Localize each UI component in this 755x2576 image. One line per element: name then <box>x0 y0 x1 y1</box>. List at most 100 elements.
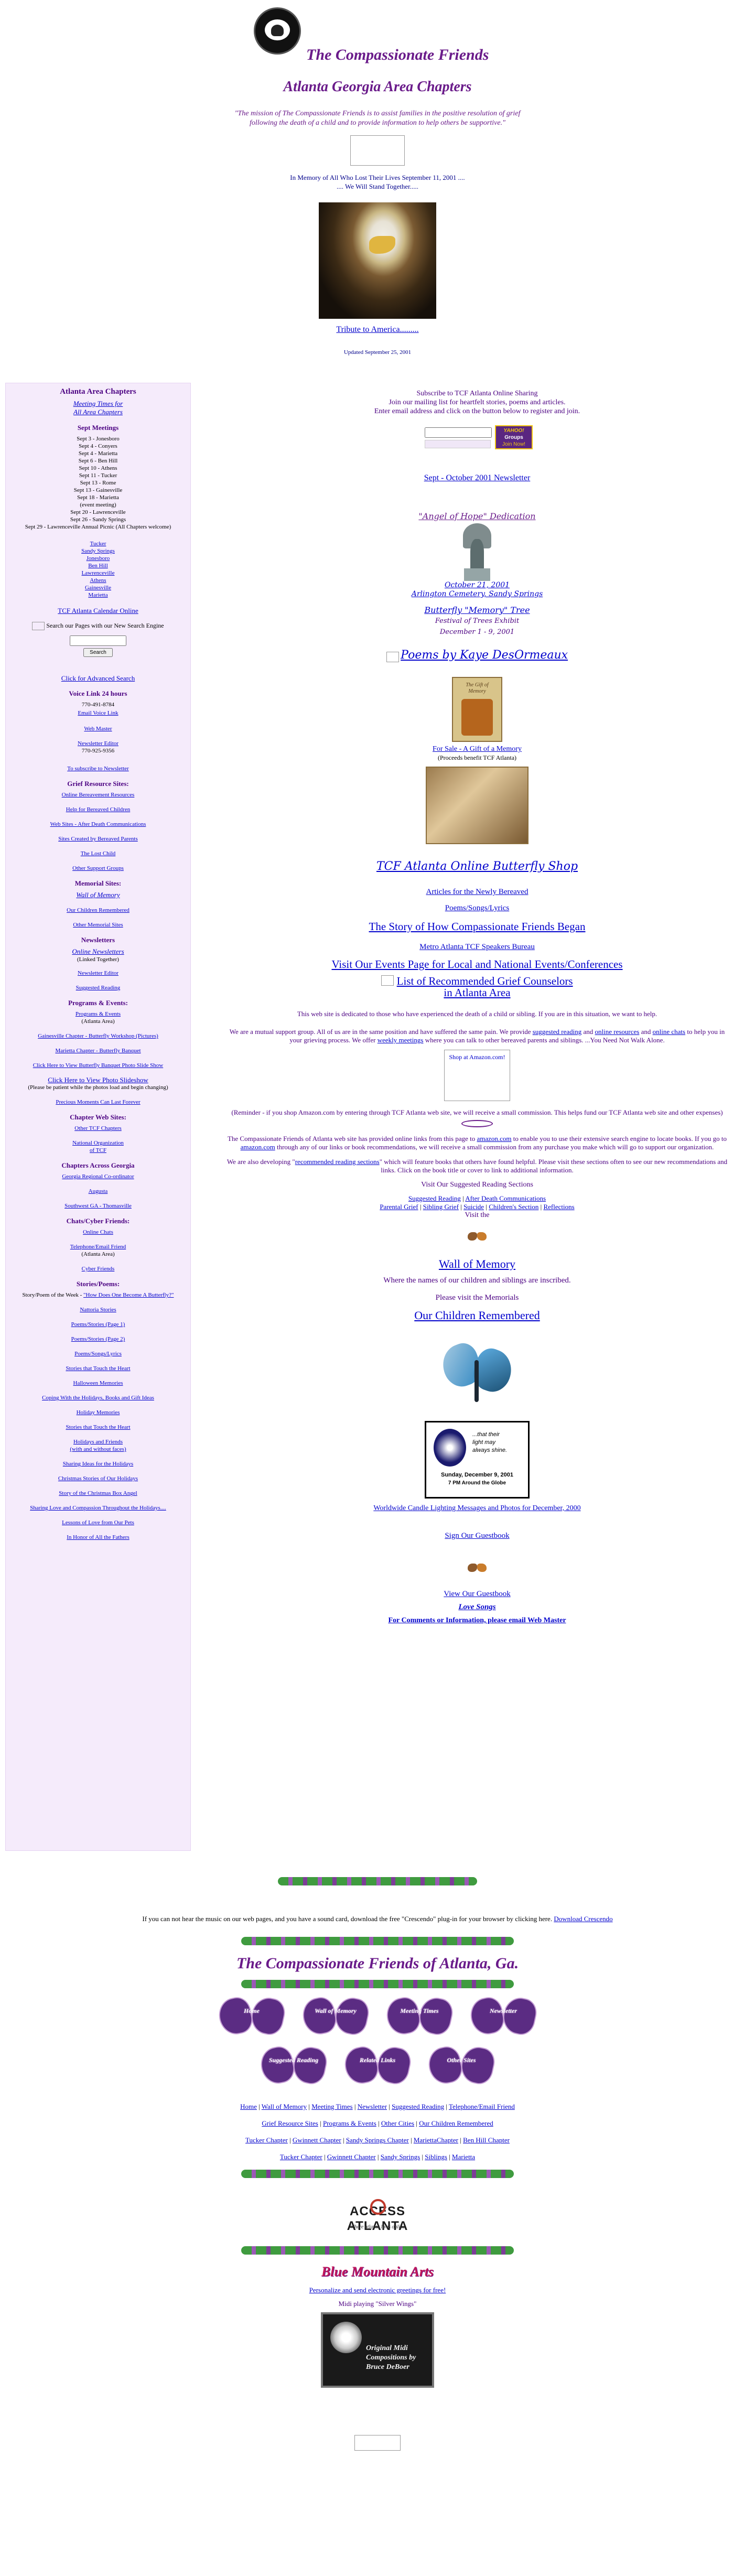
search-button[interactable]: Search <box>83 648 113 658</box>
butterfly-shop-link[interactable]: TCF Atlanta Online Butterfly Shop <box>376 860 578 873</box>
counselors-link[interactable]: List of Recommended Grief Counselors <box>397 975 573 987</box>
access-atlanta-logo[interactable]: ACCESS ATLANTA Where atlanta lives onlin… <box>330 2194 425 2236</box>
greetings-link[interactable]: Personalize and send electronic greeting… <box>309 2286 446 2294</box>
footer-nav-link-marietta[interactable]: Marietta <box>452 2153 475 2161</box>
chapter-web-link-other-tcf-chapters[interactable]: Other TCF Chapters <box>6 1125 190 1132</box>
grief-link-other-support-groups[interactable]: Other Support Groups <box>6 865 190 872</box>
chapter-link-ben-hill[interactable]: Ben Hill <box>6 562 190 569</box>
newsletter-editor-link[interactable]: Newsletter Editor <box>6 740 190 747</box>
reading-link-children-s-section[interactable]: Children's Section <box>489 1203 538 1211</box>
butterfly-nav-meeting-times[interactable]: Meeting Times <box>383 1995 456 2038</box>
memorial-link-other-memorial-sites[interactable]: Other Memorial Sites <box>6 921 190 929</box>
angel-date-link[interactable]: October 21, 2001 <box>445 581 510 589</box>
angel-of-hope-link[interactable]: "Angel of Hope" Dedication <box>418 511 535 521</box>
newsletter-link[interactable]: Sept - October 2001 Newsletter <box>424 473 531 482</box>
events-page-link[interactable]: Visit Our Events Page for Local and Nati… <box>331 958 622 971</box>
footer-nav-link-sandy-springs[interactable]: Sandy Springs <box>381 2153 420 2161</box>
yahoo-groups-button[interactable]: YAHOO! Groups Join Now! <box>495 425 533 449</box>
calendar-link[interactable]: TCF Atlanta Calendar Online <box>6 607 190 615</box>
eagle-image[interactable] <box>319 202 436 319</box>
for-sale-link[interactable]: For Sale - A Gift of a Memory <box>433 745 522 753</box>
story-link-halloween-memories[interactable]: Halloween Memories <box>6 1379 190 1387</box>
weekly-meetings-inline[interactable]: weekly meetings <box>378 1036 424 1044</box>
chapter-link-tucker[interactable]: Tucker <box>6 540 190 547</box>
butterfly-nav-related-links[interactable]: Related Links <box>341 2044 414 2087</box>
footer-nav-link-newsletter[interactable]: Newsletter <box>358 2103 387 2110</box>
speakers-link[interactable]: Metro Atlanta TCF Speakers Bureau <box>419 943 535 951</box>
poems-songs-link[interactable]: Poems/Songs/Lyrics <box>445 904 510 912</box>
poems-kaye-link[interactable]: Poems by Kaye DesOrmeaux <box>401 649 568 662</box>
comments-email-link[interactable]: For Comments or Information, please emai… <box>388 1616 566 1624</box>
advanced-search-link[interactable]: Click for Advanced Search <box>6 675 190 682</box>
footer-nav-link-tucker-chapter[interactable]: Tucker Chapter <box>245 2136 288 2144</box>
footer-nav-link-programs-events[interactable]: Programs & Events <box>323 2119 376 2127</box>
email-input[interactable] <box>425 427 492 438</box>
footer-nav-link-grief-resource-sites[interactable]: Grief Resource Sites <box>262 2119 318 2127</box>
story-link-stories-that-touch-the-heart[interactable]: Stories that Touch the Heart <box>6 1365 190 1372</box>
chats-link-online-chats[interactable]: Online Chats <box>6 1228 190 1236</box>
butterfly-nav-home[interactable]: Home <box>215 1995 288 2038</box>
online-chats-inline[interactable]: online chats <box>653 1028 685 1036</box>
footer-nav-link-mariettachapter[interactable]: MariettaChapter <box>414 2136 458 2144</box>
footer-nav-link-tucker-chapter[interactable]: Tucker Chapter <box>280 2153 322 2161</box>
story-week-link[interactable]: "How Does One Become A Butterfly?" <box>83 1292 174 1298</box>
story-tcf-link[interactable]: The Story of How Compassionate Friends B… <box>369 920 586 933</box>
photo-slideshow-link[interactable]: Click Here to View Photo Slideshow <box>6 1076 190 1084</box>
grief-link-web-sites-after-death-communications[interactable]: Web Sites - After Death Communications <box>6 821 190 828</box>
story-link-story-of-the-christmas-box-angel[interactable]: Story of the Christmas Box Angel <box>6 1490 190 1497</box>
reading-link-reflections[interactable]: Reflections <box>543 1203 574 1211</box>
search-input[interactable] <box>70 635 126 646</box>
national-org-link[interactable]: National Organization of TCF <box>6 1139 190 1154</box>
story-link-coping-with-the-holidays-books-and-gift-ideas[interactable]: Coping With the Holidays, Books and Gift… <box>6 1394 190 1402</box>
butterfly-shop-image[interactable] <box>426 767 528 845</box>
footer-nav-link-sandy-springs-chapter[interactable]: Sandy Springs Chapter <box>346 2136 409 2144</box>
story-link-sharing-love-and-compassion-throughout-the-holidays[interactable]: Sharing Love and Compassion Throughout t… <box>6 1504 190 1512</box>
wall-of-memory-link[interactable]: Wall of Memory <box>6 891 190 899</box>
download-crescendo-link[interactable]: Download Crescendo <box>554 1915 612 1923</box>
our-children-remembered-link[interactable]: Our Children Remembered <box>414 1309 540 1322</box>
amazon-link[interactable]: amazon.com <box>477 1135 511 1143</box>
amazon-link[interactable]: amazon.com <box>241 1143 275 1151</box>
story-link-poems-stories-page-2[interactable]: Poems/Stories (Page 2) <box>6 1335 190 1343</box>
subscribe-newsletter-link[interactable]: To subscribe to Newsletter <box>6 765 190 772</box>
angel-place-link[interactable]: Arlington Cemetery, Sandy Springs <box>412 590 543 598</box>
tribute-link[interactable]: Tribute to America......... <box>336 325 418 334</box>
story-link-sharing-ideas-for-the-holidays[interactable]: Sharing Ideas for the Holidays <box>6 1460 190 1468</box>
chapter-link-athens[interactable]: Athens <box>6 577 190 584</box>
story-link-poems-songs-lyrics[interactable]: Poems/Songs/Lyrics <box>6 1350 190 1357</box>
story-link-lessons-of-love-from-our-pets[interactable]: Lessons of Love from Our Pets <box>6 1519 190 1526</box>
candle-lighting-banner[interactable]: ...that their light may always shine. Sund… <box>425 1421 530 1499</box>
counselors-link-area[interactable]: in Atlanta Area <box>444 986 510 999</box>
chapter-link-sandy-springs[interactable]: Sandy Springs <box>6 547 190 555</box>
grief-link-the-lost-child[interactable]: The Lost Child <box>6 850 190 857</box>
email-input-secondary[interactable] <box>425 440 491 448</box>
footer-nav-link-gwinnett-chapter[interactable]: Gwinnett Chapter <box>327 2153 376 2161</box>
chapter-link-jonesboro[interactable]: Jonesboro <box>6 555 190 562</box>
programs-link-gainesville-chapter-butterfly-workshop-pictures[interactable]: Gainesville Chapter - Butterfly Workshop… <box>6 1032 190 1040</box>
amazon-shop-banner[interactable]: Shop at Amazon.com! <box>444 1050 510 1102</box>
gift-of-memory-book-image[interactable]: The Gift of Memory <box>452 677 502 742</box>
holidays-friends-link[interactable]: Holidays and Friends (with and without fa… <box>6 1438 190 1453</box>
footer-nav-link-gwinnett-chapter[interactable]: Gwinnett Chapter <box>293 2136 341 2144</box>
chapter-link-gainesville[interactable]: Gainesville <box>6 584 190 591</box>
programs-link-marietta-chapter-butterfly-banquet[interactable]: Marietta Chapter - Butterfly Banquet <box>6 1047 190 1054</box>
story-link-christmas-stories-of-our-holidays[interactable]: Christmas Stories of Our Holidays <box>6 1475 190 1482</box>
story-link-holiday-memories[interactable]: Holiday Memories <box>6 1409 190 1416</box>
butterfly-nav-wall-of-memory[interactable]: Wall of Memory <box>299 1995 372 2038</box>
across-georgia-link-augusta[interactable]: Augusta <box>6 1188 190 1195</box>
chapter-link-lawrenceville[interactable]: Lawrenceville <box>6 569 190 577</box>
online-resources-inline[interactable]: online resources <box>595 1028 640 1036</box>
story-link-in-honor-of-all-the-fathers[interactable]: In Honor of All the Fathers <box>6 1534 190 1541</box>
footer-nav-link-meeting-times[interactable]: Meeting Times <box>311 2103 352 2110</box>
butterfly-nav-newsletter[interactable]: Newsletter <box>467 1995 540 2038</box>
story-link-stories-that-touch-the-heart[interactable]: Stories that Touch the Heart <box>6 1424 190 1431</box>
footer-nav-link-ben-hill-chapter[interactable]: Ben Hill Chapter <box>463 2136 510 2144</box>
sign-guestbook-link[interactable]: Sign Our Guestbook <box>445 1532 509 1540</box>
telephone-friend-link[interactable]: Telephone/Email Friend <box>6 1243 190 1251</box>
online-newsletters-link[interactable]: Online Newsletters <box>6 947 190 956</box>
suggested-reading-inline[interactable]: suggested reading <box>533 1028 582 1036</box>
footer-nav-link-telephone-email-friend[interactable]: Telephone/Email Friend <box>449 2103 515 2110</box>
grief-link-online-bereavement-resources[interactable]: Online Bereavement Resources <box>6 791 190 799</box>
across-georgia-link-georgia-regional-co-ordinator[interactable]: Georgia Regional Co-ordinator <box>6 1173 190 1180</box>
meeting-times-link[interactable]: Meeting Times for All Area Chapters <box>6 400 190 416</box>
